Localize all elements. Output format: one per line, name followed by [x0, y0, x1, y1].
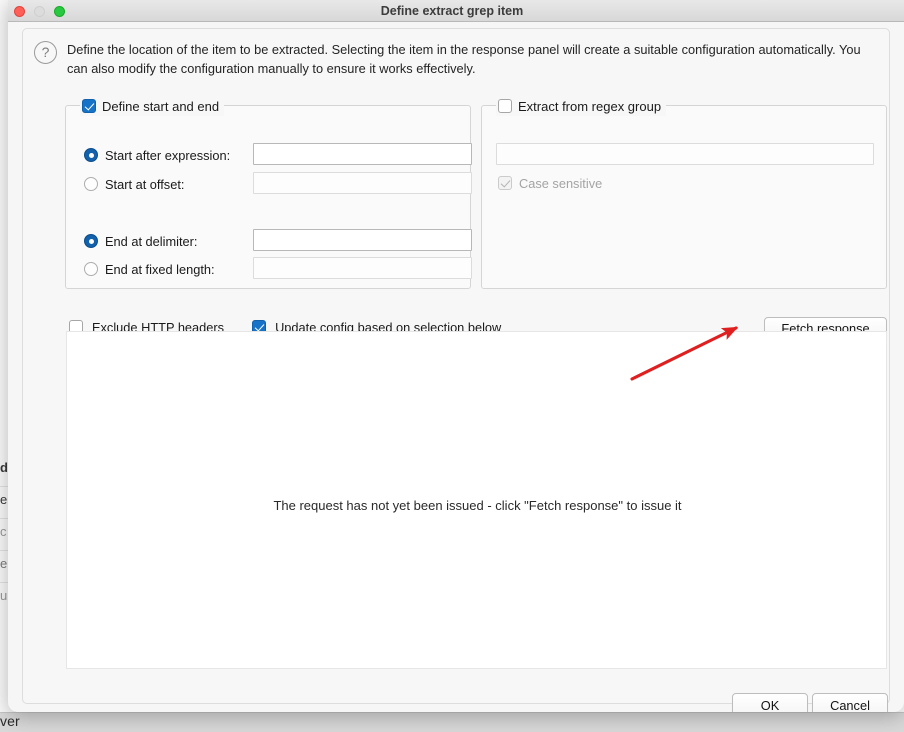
define-extract-grep-item-dialog: Define extract grep item ? Define the lo… [8, 0, 904, 712]
background-status-text: ver [0, 713, 20, 729]
extract-from-regex-legend[interactable]: Extract from regex group [496, 96, 667, 116]
response-empty-message: The request has not yet been issued - cl… [273, 498, 682, 513]
define-start-and-end-checkbox[interactable] [82, 99, 96, 113]
dialog-content-panel: ? Define the location of the item to be … [22, 28, 890, 712]
regex-pattern-input[interactable] [496, 143, 874, 165]
dialog-titlebar[interactable]: Define extract grep item [8, 0, 904, 22]
end-at-delimiter-radio[interactable] [84, 234, 98, 248]
end-at-fixed-length-radio-row[interactable]: End at fixed length: [84, 258, 215, 280]
extract-from-regex-checkbox[interactable] [498, 99, 512, 113]
start-at-offset-radio-row[interactable]: Start at offset: [84, 173, 184, 195]
background-status-bar [0, 712, 904, 732]
question-mark-icon: ? [34, 41, 57, 64]
cancel-button[interactable]: Cancel [812, 693, 888, 712]
start-after-expression-radio-row[interactable]: Start after expression: [84, 144, 230, 166]
end-at-delimiter-input[interactable] [253, 229, 472, 251]
case-sensitive-checkbox[interactable] [498, 176, 512, 190]
case-sensitive-row[interactable]: Case sensitive [498, 172, 602, 194]
case-sensitive-label: Case sensitive [519, 175, 603, 191]
start-at-offset-radio[interactable] [84, 177, 98, 191]
extract-from-regex-label: Extract from regex group [518, 98, 662, 114]
end-at-fixed-length-input[interactable] [253, 257, 472, 279]
dialog-title: Define extract grep item [380, 4, 524, 18]
end-at-fixed-length-radio[interactable] [84, 262, 98, 276]
start-at-offset-input[interactable] [253, 172, 472, 194]
start-after-expression-input[interactable] [253, 143, 472, 165]
start-after-expression-label: Start after expression: [105, 147, 231, 163]
dialog-description: Define the location of the item to be ex… [67, 42, 861, 76]
response-panel[interactable]: The request has not yet been issued - cl… [66, 331, 887, 669]
define-start-and-end-label: Define start and end [102, 98, 220, 114]
ok-button[interactable]: OK [732, 693, 808, 712]
end-at-delimiter-label: End at delimiter: [105, 233, 198, 249]
start-at-offset-label: Start at offset: [105, 176, 185, 192]
extract-from-regex-group: Extract from regex group Case sensitive [481, 96, 887, 289]
define-start-and-end-legend[interactable]: Define start and end [80, 96, 225, 116]
end-at-delimiter-radio-row[interactable]: End at delimiter: [84, 230, 197, 252]
define-start-and-end-group: Define start and end Start after express… [65, 96, 472, 289]
start-after-expression-radio[interactable] [84, 148, 98, 162]
end-at-fixed-length-label: End at fixed length: [105, 261, 215, 277]
